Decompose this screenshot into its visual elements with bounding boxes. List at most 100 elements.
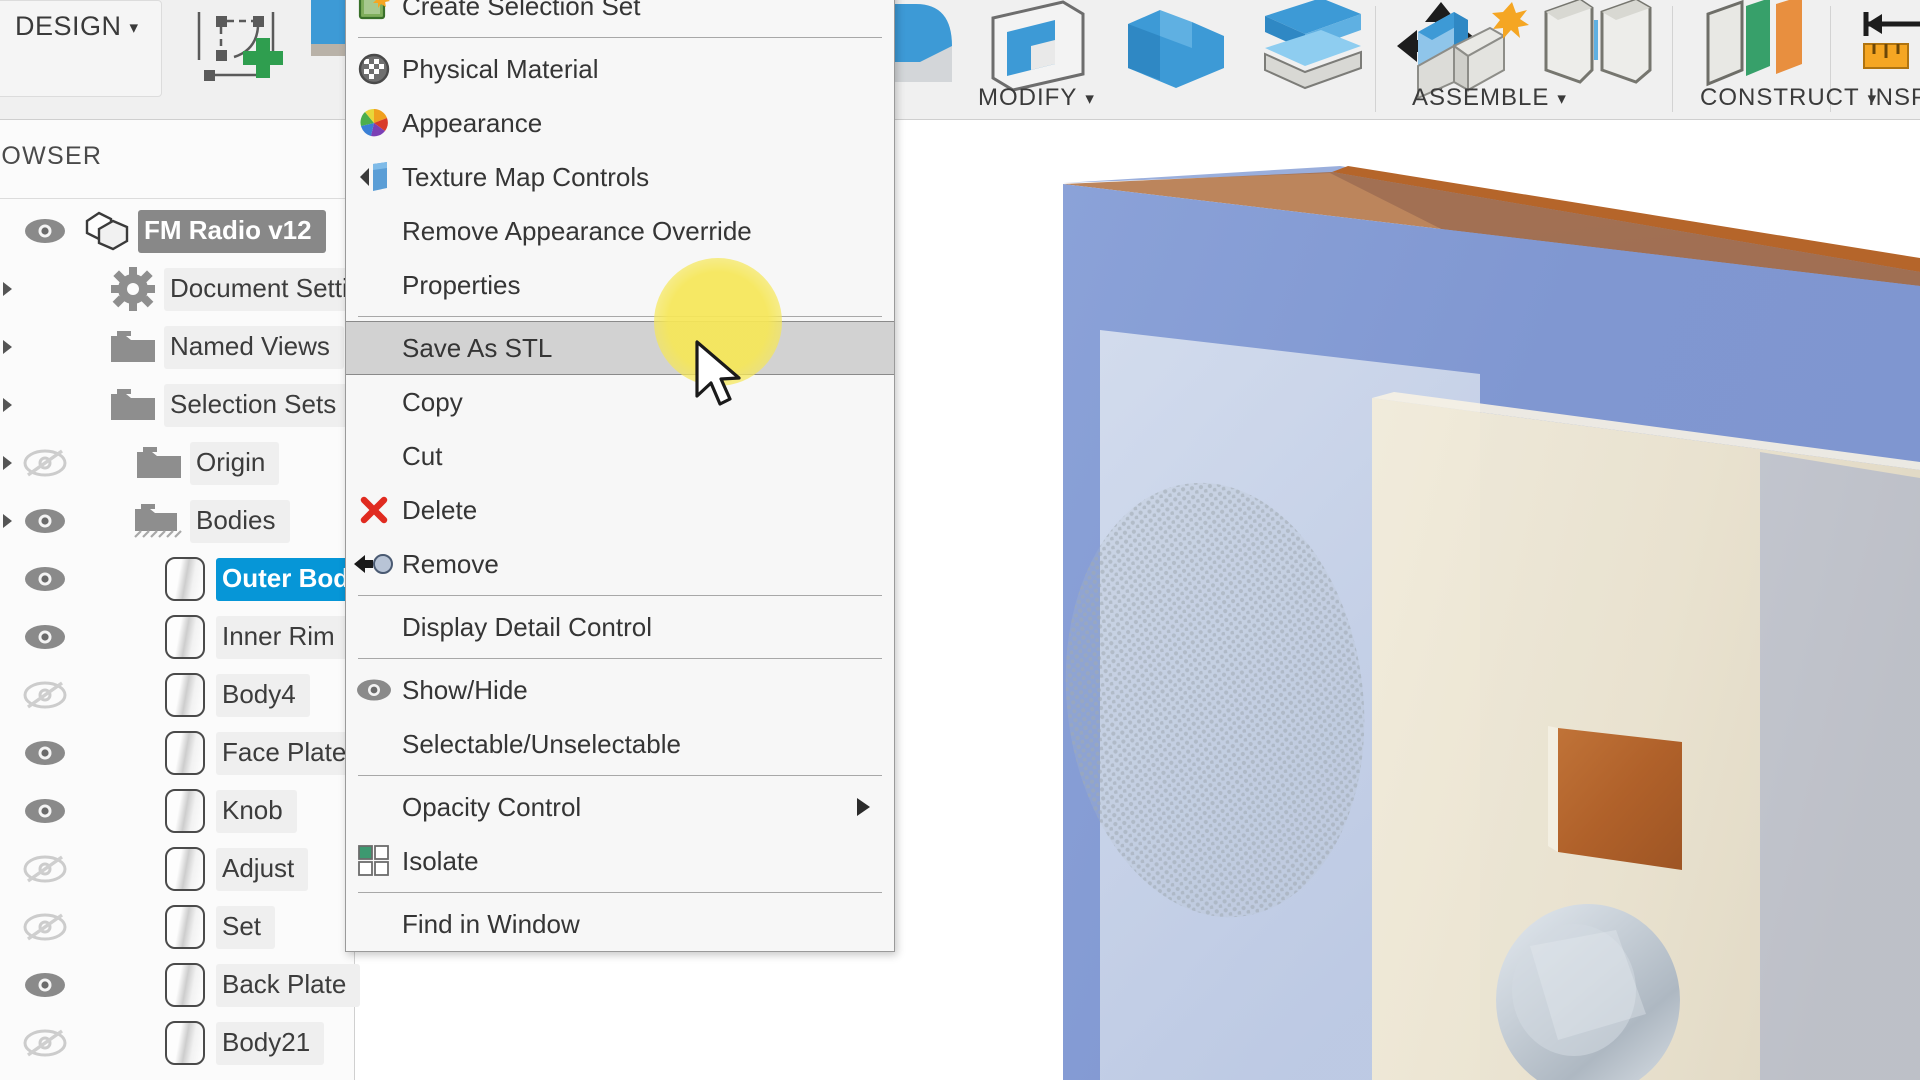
browser-title: BROWSER bbox=[0, 142, 103, 170]
visibility-eye-icon[interactable] bbox=[14, 622, 76, 652]
component-icon bbox=[76, 209, 138, 253]
browser-tree-item[interactable]: Origin bbox=[0, 434, 355, 492]
browser-tree-item[interactable]: Outer Body bbox=[0, 550, 378, 608]
visibility-eye-icon[interactable] bbox=[14, 796, 76, 826]
browser-tree-item-label: Body21 bbox=[216, 1021, 325, 1065]
context-menu-item[interactable]: Selectable/Unselectable bbox=[346, 717, 894, 771]
panel-label-modify[interactable]: MODIFY ▾ bbox=[978, 84, 1095, 112]
visibility-eye-icon[interactable] bbox=[14, 970, 76, 1000]
folder-icon bbox=[102, 386, 164, 424]
remove-icon bbox=[346, 551, 402, 577]
shell-icon[interactable] bbox=[985, 0, 1089, 97]
browser-tree-item[interactable]: Back Plate bbox=[0, 956, 361, 1014]
browser-tree-item[interactable]: Bodies bbox=[0, 492, 355, 550]
context-menu-item-label: Remove bbox=[402, 548, 499, 579]
context-menu-item[interactable]: Properties bbox=[346, 258, 894, 312]
context-menu-item-label: Remove Appearance Override bbox=[402, 215, 752, 246]
context-menu-item-label: Texture Map Controls bbox=[402, 161, 650, 192]
visibility-eye-icon[interactable] bbox=[14, 738, 76, 768]
browser-tree-item[interactable]: Knob bbox=[0, 782, 355, 840]
context-menu-item[interactable]: Remove bbox=[346, 537, 894, 591]
visibility-eye-off-icon[interactable] bbox=[14, 1028, 76, 1058]
context-menu-item[interactable]: Save As STL bbox=[346, 321, 894, 375]
body-icon bbox=[154, 963, 216, 1007]
panel-label-assemble[interactable]: ASSEMBLE ▾ bbox=[1412, 84, 1567, 112]
body-icon bbox=[154, 673, 216, 717]
offset-face-icon[interactable] bbox=[1255, 0, 1371, 101]
browser-tree-item-label: Adjust bbox=[216, 847, 309, 891]
browser-tree-item-label: Named Views bbox=[164, 325, 344, 369]
browser-tree-item[interactable]: Body4 bbox=[0, 666, 355, 724]
visibility-eye-icon[interactable] bbox=[14, 216, 76, 246]
context-menu-item[interactable]: Delete bbox=[346, 483, 894, 537]
chevron-down-icon: ▾ bbox=[129, 17, 139, 37]
visibility-eye-off-icon[interactable] bbox=[14, 854, 76, 884]
browser-tree-item[interactable]: Selection Sets bbox=[0, 376, 355, 434]
menu-separator bbox=[358, 316, 882, 317]
browser-tree-item-label: Bodies bbox=[190, 499, 290, 543]
expand-arrow-icon[interactable] bbox=[0, 282, 14, 296]
context-menu-item[interactable]: Opacity Control bbox=[346, 780, 894, 834]
browser-tree-item[interactable]: Face Plate bbox=[0, 724, 361, 782]
expand-arrow-icon[interactable] bbox=[0, 514, 14, 528]
show-hide-icon bbox=[346, 677, 402, 703]
browser-tree-item-label: Set bbox=[216, 905, 276, 949]
measure-icon[interactable] bbox=[1862, 0, 1920, 87]
context-menu-item[interactable]: Isolate bbox=[346, 834, 894, 888]
physical-material-icon bbox=[346, 53, 402, 85]
browser-tree-item[interactable]: Named Views bbox=[0, 318, 355, 376]
chevron-down-icon: ▾ bbox=[1557, 88, 1567, 108]
context-menu-item[interactable]: Create Selection Set bbox=[346, 0, 894, 33]
expand-arrow-icon[interactable] bbox=[0, 340, 14, 354]
context-menu-item[interactable]: Copy bbox=[346, 375, 894, 429]
menu-separator bbox=[358, 37, 882, 38]
context-menu-item[interactable]: Physical Material bbox=[346, 42, 894, 96]
browser-tree: FM Radio v12 Document Settings Named Views… bbox=[0, 202, 404, 1072]
context-menu-item-label: Cut bbox=[402, 440, 443, 471]
folder-icon bbox=[128, 444, 190, 482]
combine-icon[interactable] bbox=[1120, 0, 1236, 99]
context-menu-item[interactable]: Find in Window bbox=[346, 897, 894, 951]
browser-tree-item[interactable]: Adjust bbox=[0, 840, 355, 898]
expand-arrow-icon[interactable] bbox=[0, 456, 14, 470]
visibility-eye-icon[interactable] bbox=[14, 506, 76, 536]
ribbon-separator bbox=[1375, 6, 1376, 112]
browser-panel: BROWSER FM Radio v12 Document Settings Nam… bbox=[0, 120, 404, 1080]
submenu-arrow-icon bbox=[857, 798, 870, 816]
body-icon bbox=[154, 557, 216, 601]
body-icon bbox=[154, 615, 216, 659]
browser-tree-item[interactable]: FM Radio v12 bbox=[0, 202, 355, 260]
mouse-cursor bbox=[695, 340, 741, 406]
context-menu-item-label: Selectable/Unselectable bbox=[402, 728, 681, 759]
browser-tree-item-label: FM Radio v12 bbox=[138, 209, 326, 253]
browser-tree-item[interactable]: Document Settings bbox=[0, 260, 404, 318]
context-menu-item-label: Find in Window bbox=[402, 908, 580, 939]
context-menu-item[interactable]: Texture Map Controls bbox=[346, 150, 894, 204]
visibility-eye-off-icon[interactable] bbox=[14, 912, 76, 942]
chevron-down-icon: ▾ bbox=[1085, 88, 1095, 108]
panel-label-construct[interactable]: CONSTRUCT ▾ bbox=[1700, 84, 1877, 112]
context-menu-item-label: Create Selection Set bbox=[402, 0, 641, 21]
context-menu-item[interactable]: Show/Hide bbox=[346, 663, 894, 717]
body-context-menu: Create Selection Set Physical Material App… bbox=[345, 0, 895, 952]
create-sketch-icon[interactable] bbox=[190, 8, 286, 95]
browser-divider bbox=[0, 198, 355, 199]
visibility-eye-icon[interactable] bbox=[14, 564, 76, 594]
context-menu-item[interactable]: Remove Appearance Override bbox=[346, 204, 894, 258]
context-menu-item-label: Show/Hide bbox=[402, 674, 528, 705]
context-menu-item[interactable]: Display Detail Control bbox=[346, 600, 894, 654]
expand-arrow-icon[interactable] bbox=[0, 398, 14, 412]
browser-tree-item-label: Body4 bbox=[216, 673, 310, 717]
ribbon-toolbar: DESIGN ▾ MODIFY ▾ ASSEMBLE ▾ CONSTRUCT ▾… bbox=[0, 0, 1920, 120]
browser-tree-item[interactable]: Inner Rim bbox=[0, 608, 355, 666]
browser-tree-item[interactable]: Set bbox=[0, 898, 355, 956]
context-menu-item[interactable]: Cut bbox=[346, 429, 894, 483]
gear-icon bbox=[102, 267, 164, 311]
workspace-switcher[interactable]: DESIGN ▾ bbox=[0, 0, 162, 97]
panel-label-inspect[interactable]: INSPECT bbox=[1868, 84, 1920, 112]
visibility-eye-off-icon[interactable] bbox=[14, 448, 76, 478]
create-selection-set-icon bbox=[346, 0, 402, 22]
visibility-eye-off-icon[interactable] bbox=[14, 680, 76, 710]
browser-tree-item[interactable]: Body21 bbox=[0, 1014, 355, 1072]
context-menu-item[interactable]: Appearance bbox=[346, 96, 894, 150]
